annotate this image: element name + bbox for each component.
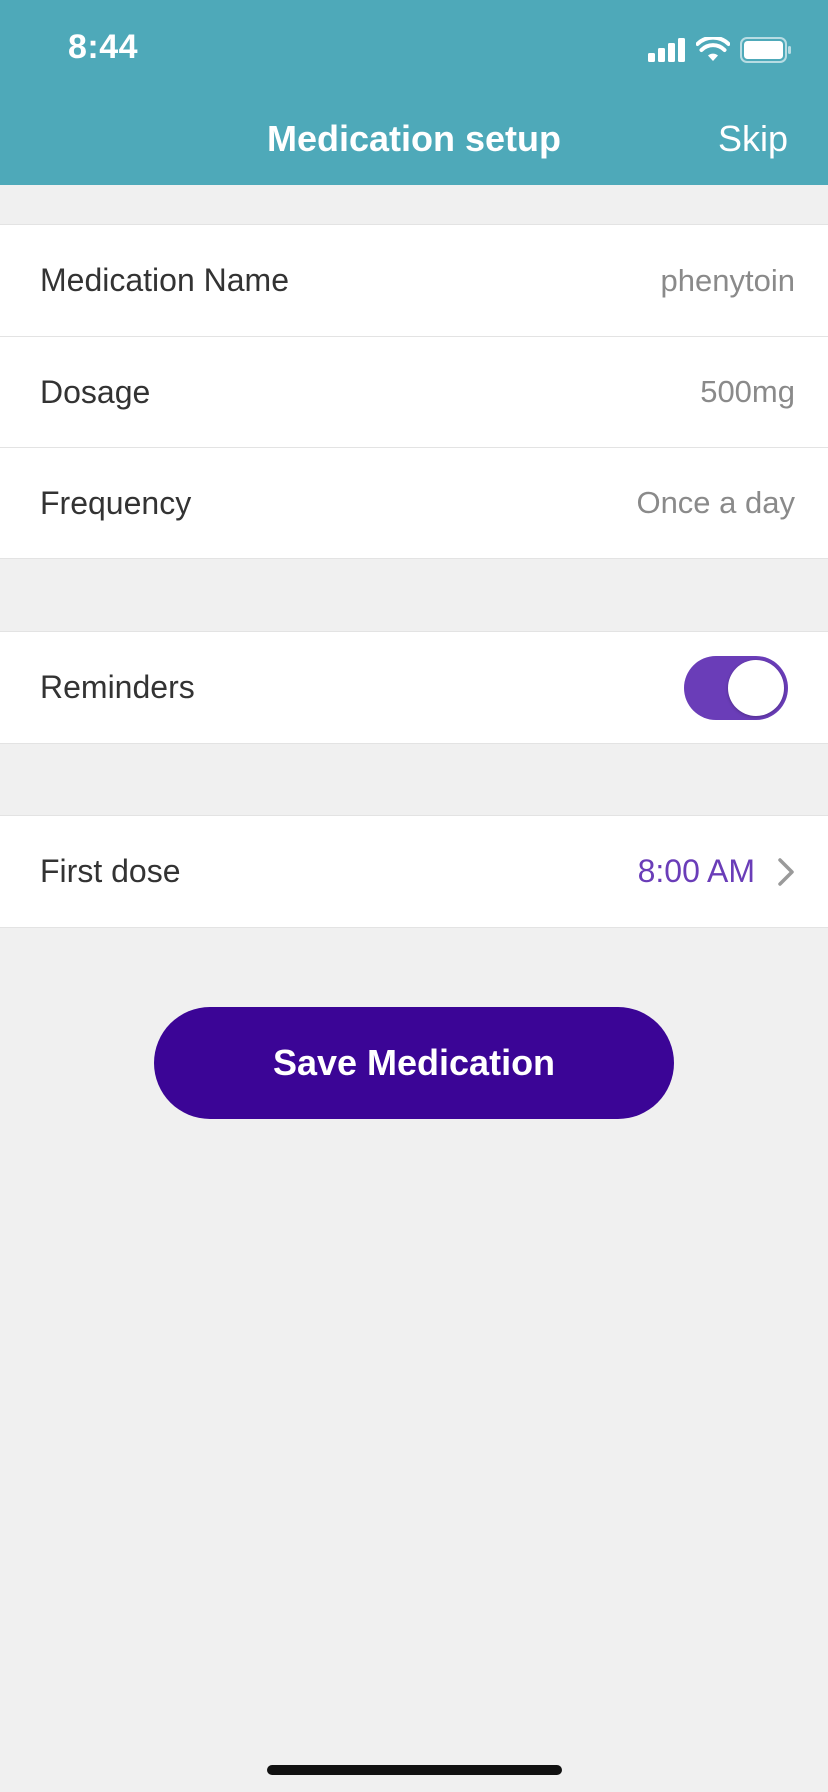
- wifi-icon: [696, 37, 730, 61]
- chevron-right-icon: [778, 857, 794, 886]
- medication-details-group: Medication Name phenytoin Dosage 500mg F…: [0, 224, 828, 559]
- reminders-label: Reminders: [40, 669, 195, 705]
- medication-name-row[interactable]: Medication Name phenytoin: [0, 225, 828, 336]
- first-dose-right: 8:00 AM: [638, 853, 795, 890]
- skip-button[interactable]: Skip: [718, 118, 788, 160]
- medication-name-label: Medication Name: [40, 262, 289, 298]
- dosage-row[interactable]: Dosage 500mg: [0, 336, 828, 447]
- home-indicator: [267, 1765, 562, 1775]
- header-bar: 8:44 Medication setup Skip: [0, 0, 828, 185]
- reminders-row: Reminders: [0, 632, 828, 743]
- dosage-label: Dosage: [40, 373, 151, 410]
- reminders-toggle[interactable]: [684, 655, 788, 720]
- save-medication-button[interactable]: Save Medication: [154, 1007, 674, 1119]
- first-dose-group: First dose 8:00 AM: [0, 815, 828, 928]
- page-title: Medication setup: [266, 118, 562, 159]
- first-dose-value: 8:00 AM: [637, 853, 755, 889]
- battery-icon: [740, 37, 791, 63]
- status-time: 8:44: [68, 28, 139, 66]
- first-dose-row[interactable]: First dose 8:00 AM: [0, 816, 828, 927]
- first-dose-label: First dose: [40, 853, 181, 889]
- medication-name-value: phenytoin: [660, 262, 795, 298]
- dosage-value: 500mg: [700, 374, 795, 409]
- reminders-group: Reminders: [0, 631, 828, 744]
- toggle-knob: [728, 659, 784, 716]
- signal-icon: [648, 38, 685, 62]
- frequency-row[interactable]: Frequency Once a day: [0, 447, 828, 558]
- frequency-value: Once a day: [636, 485, 795, 520]
- status-icons: [648, 35, 792, 65]
- frequency-label: Frequency: [40, 484, 192, 521]
